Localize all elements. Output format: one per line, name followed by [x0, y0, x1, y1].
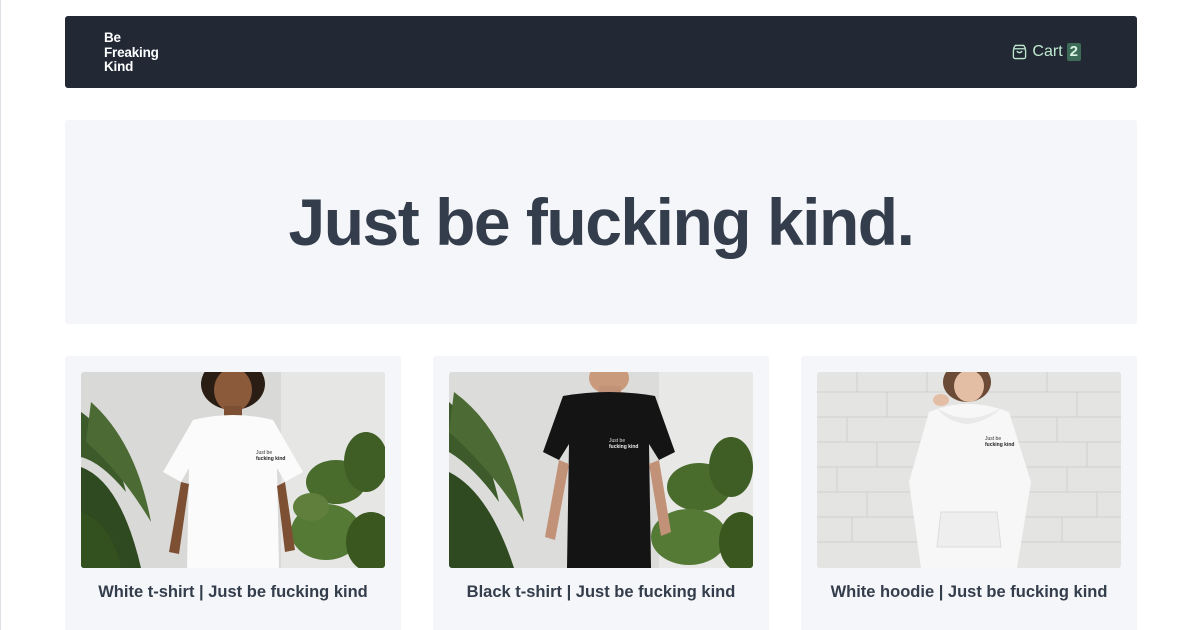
product-image-white-hoodie[interactable]: Just be fucking kind: [817, 372, 1121, 568]
product-image-white-tshirt[interactable]: Just be fucking kind: [81, 372, 385, 568]
print-text-line-2: fucking kind: [256, 456, 285, 462]
product-card-black-tshirt[interactable]: Just be fucking kind Black t-shirt | Jus…: [433, 356, 769, 630]
hero-banner: Just be fucking kind.: [65, 120, 1137, 324]
product-card-white-hoodie[interactable]: Just be fucking kind White hoodie | Just…: [801, 356, 1137, 630]
cart-button[interactable]: Cart 2: [1012, 43, 1081, 61]
hero-headline: Just be fucking kind.: [288, 185, 915, 259]
cart-count-badge: 2: [1066, 43, 1081, 61]
site-header: Be Freaking Kind Cart 2: [65, 16, 1137, 88]
print-text-line-2: fucking kind: [985, 442, 1014, 448]
page-left-border: [0, 0, 1, 630]
product-title[interactable]: White t-shirt | Just be fucking kind: [65, 583, 401, 602]
cart-label: Cart: [1032, 43, 1063, 60]
site-logo[interactable]: Be Freaking Kind: [104, 30, 159, 75]
logo-line-1: Be: [104, 30, 121, 45]
product-card-white-tshirt[interactable]: Just be fucking kind White t-shirt | Jus…: [65, 356, 401, 630]
logo-line-2: Freaking: [104, 44, 159, 60]
logo-line-3: Kind: [104, 59, 134, 74]
product-title[interactable]: Black t-shirt | Just be fucking kind: [433, 583, 769, 602]
product-title[interactable]: White hoodie | Just be fucking kind: [801, 583, 1137, 602]
print-text-line-2: fucking kind: [609, 444, 638, 450]
shopping-bag-icon: [1013, 44, 1027, 60]
product-image-black-tshirt[interactable]: Just be fucking kind: [449, 372, 753, 568]
